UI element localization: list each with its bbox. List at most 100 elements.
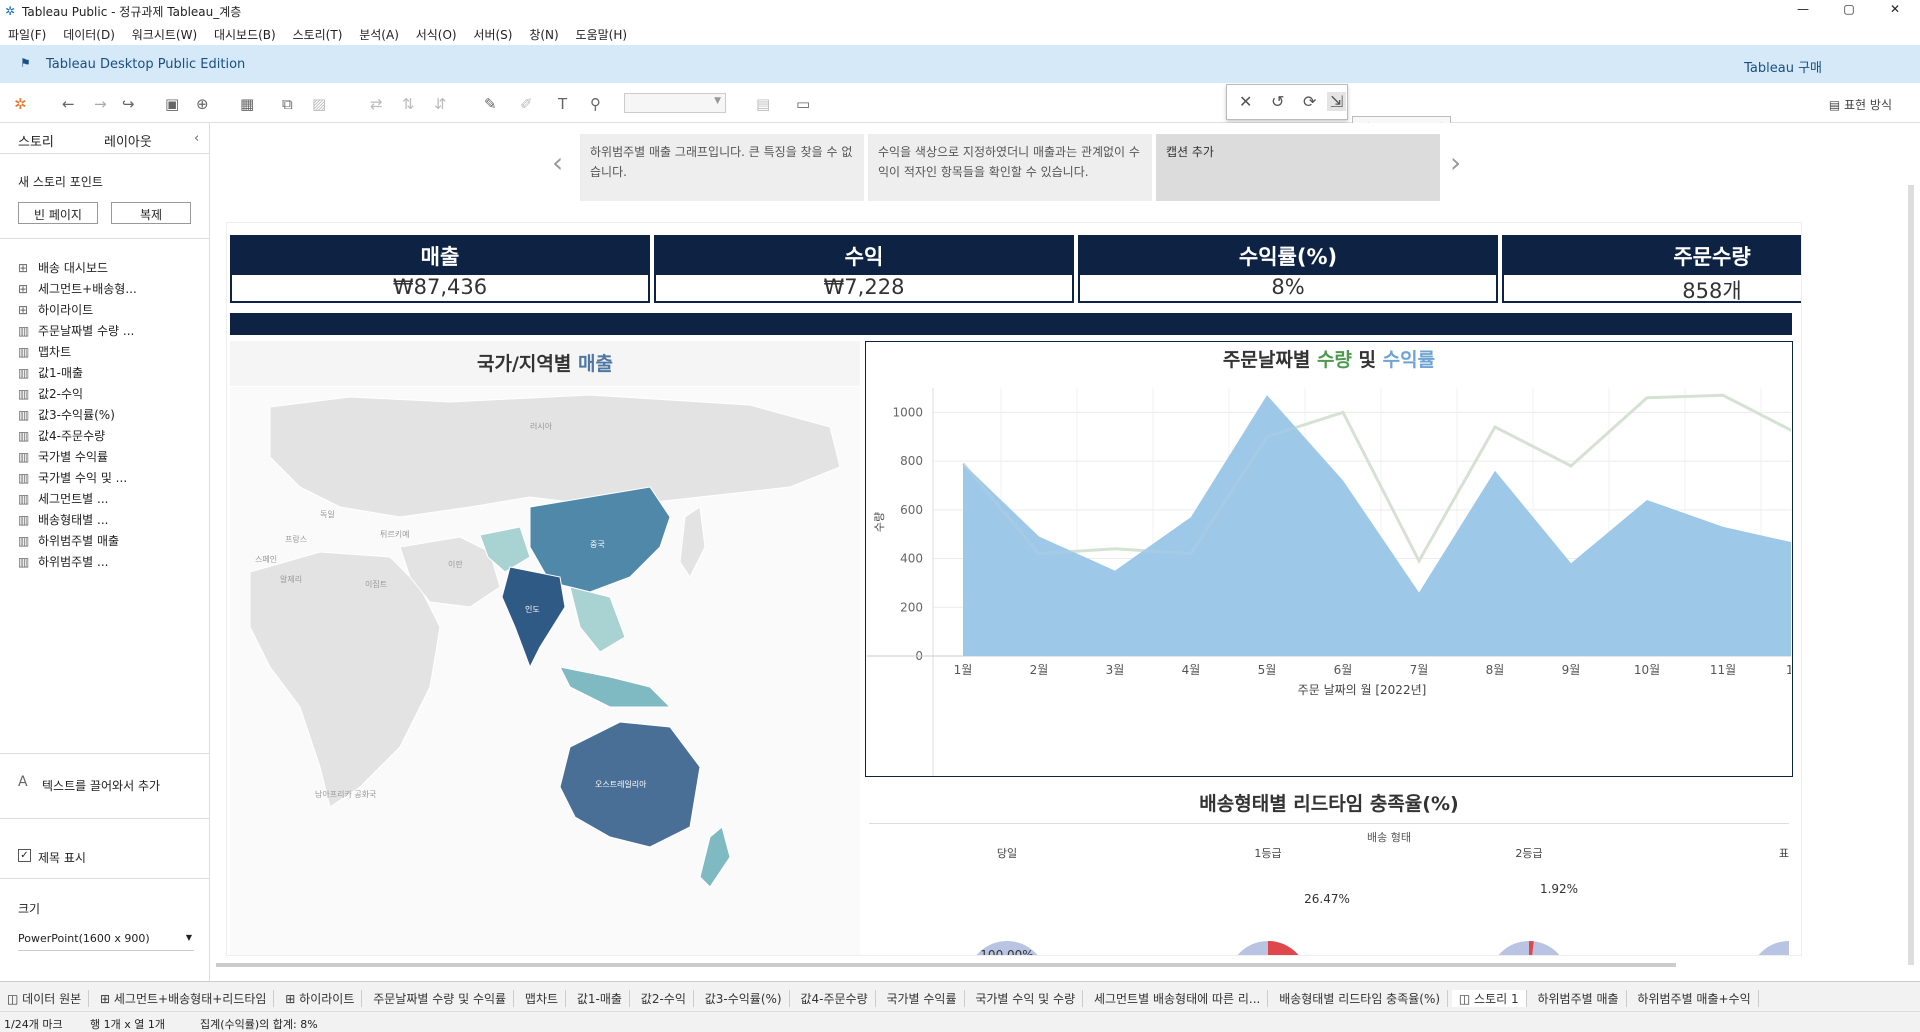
horizontal-scrollbar[interactable] [216, 963, 1676, 967]
story-sheet-item[interactable]: ▥ 값1-매출 [18, 364, 83, 381]
tab-sheet[interactable]: 국가별 수익률 [879, 990, 965, 1007]
area-chart[interactable]: 020040060080010001월 2월 3월 4월 5월 6월 7월 8월 9월 10월 11… [867, 378, 1791, 776]
kpi-title: 매출 [230, 235, 650, 275]
story-caption-add[interactable]: 캡션 추가 [1156, 134, 1440, 201]
pie-chart[interactable]: 당일 1등급 2등급 표준 100.00% 26.47% 1.92% [869, 843, 1789, 956]
tableau-home-icon[interactable]: ✲ [14, 95, 27, 113]
menu-worksheet[interactable]: 워크시트(W) [132, 26, 197, 43]
line-title: 주문날짜별 수량 및 수익률 [865, 345, 1793, 372]
menu-data[interactable]: 데이터(D) [63, 26, 115, 43]
redo-icon[interactable]: → [94, 95, 107, 113]
tab-data-source[interactable]: ◫ 데이터 원본 [0, 990, 90, 1007]
tab-layout[interactable]: 레이아웃 [104, 131, 152, 150]
presentation-icon[interactable]: ▭ [796, 95, 810, 113]
drag-text-label[interactable]: 텍스트를 끌어와서 추가 [42, 777, 160, 794]
menu-window[interactable]: 창(N) [529, 26, 558, 43]
size-select[interactable]: PowerPoint(1600 x 900) ▼ [18, 931, 194, 951]
tab-sheet[interactable]: ⊞ 세그먼트+배송형태+리드타임 [93, 990, 275, 1007]
revert-icon[interactable]: ↺ [1271, 92, 1284, 111]
story-caption-1[interactable]: 하위범주별 매출 그래프입니다. 큰 특징을 찾을 수 없습니다. [580, 134, 864, 201]
tab-sheet[interactable]: 값2-수익 [634, 990, 694, 1007]
clear-icon[interactable]: ▨ [312, 95, 326, 113]
tab-sheet[interactable]: 맵차트 [518, 990, 567, 1007]
x-axis-title: 주문 날짜의 월 [2022년] [1298, 683, 1427, 697]
tab-sheet[interactable]: 국가별 수익 및 수량 [968, 990, 1084, 1007]
story-sheet-item[interactable]: ⊞ 세그먼트+배송형... [18, 280, 137, 297]
delete-icon[interactable]: ✕ [1239, 92, 1252, 111]
tab-sheet[interactable]: ⊞ 하이라이트 [278, 990, 363, 1007]
sort-asc-icon[interactable]: ⇅ [402, 95, 415, 113]
x-tick-label: 4월 [1182, 663, 1201, 677]
story-sheet-item[interactable]: ▥ 하위범주별 매출 [18, 532, 119, 549]
maximize-icon[interactable]: ▢ [1836, 2, 1862, 20]
menu-help[interactable]: 도움말(H) [576, 26, 628, 43]
tab-story-1[interactable]: ◫ 스토리 1 [1451, 990, 1527, 1007]
tab-sheet[interactable]: 값3-수익률(%) [698, 990, 790, 1007]
blank-page-button[interactable]: 빈 페이지 [18, 202, 98, 224]
x-tick-label: 10월 [1634, 663, 1660, 677]
menu-dashboard[interactable]: 대시보드(B) [214, 26, 276, 43]
group-icon[interactable]: ✐ [520, 95, 533, 113]
story-sheet-item[interactable]: ▥ 국가별 수익 및 ... [18, 469, 127, 486]
next-story-point-icon[interactable]: › [1450, 146, 1461, 179]
buy-link[interactable]: Tableau 구매 [1744, 57, 1822, 76]
menu-story[interactable]: 스토리(T) [293, 26, 343, 43]
show-title-checkbox[interactable]: ✓ [18, 849, 31, 862]
new-datasource-icon[interactable]: ⊕ [196, 95, 209, 113]
tab-sheet[interactable]: 값1-매출 [570, 990, 630, 1007]
story-sheet-label: 값3-수익률(%) [38, 408, 115, 422]
menu-file[interactable]: 파일(F) [8, 26, 46, 43]
story-caption-2[interactable]: 수익을 색상으로 지정하였더니 매출과는 관계없이 수익이 적자인 항목들을 확… [868, 134, 1152, 201]
story-sheet-item[interactable]: ▥ 배송형태별 ... [18, 511, 108, 528]
story-sheet-item[interactable]: ▥ 국가별 수익률 [18, 448, 108, 465]
tab-sheet[interactable]: 배송형태별 리드타임 충족율(%) [1272, 990, 1449, 1007]
menu-format[interactable]: 서식(O) [416, 26, 457, 43]
story-sheet-item[interactable]: ▥ 값2-수익 [18, 385, 83, 402]
sheet-icon: ▥ [18, 450, 30, 464]
story-sheet-item[interactable]: ▥ 하위범주별 ... [18, 553, 108, 570]
vertical-scrollbar[interactable] [1908, 185, 1914, 965]
story-sheet-item[interactable]: ▥ 주문날짜별 수량 ... [18, 322, 134, 339]
close-icon[interactable]: ✕ [1882, 2, 1908, 20]
pin-icon[interactable]: ⚲ [590, 95, 601, 113]
tab-sheet[interactable]: 하위범주별 매출 [1530, 990, 1627, 1007]
tab-story[interactable]: 스토리 [18, 131, 54, 150]
highlight-icon[interactable]: ✎ [484, 95, 497, 113]
story-sheet-item[interactable]: ▥ 값4-주문수량 [18, 427, 105, 444]
replay-icon[interactable]: ↪ [122, 95, 135, 113]
cards-icon[interactable]: ▤ [756, 95, 770, 113]
update-icon[interactable]: ⟳ [1303, 92, 1316, 111]
chevron-down-icon: ▼ [185, 933, 192, 942]
story-sheet-item[interactable]: ▥ 세그먼트별 ... [18, 490, 108, 507]
show-title-label: 제목 표시 [38, 851, 86, 865]
story-sheet-item[interactable]: ▥ 값3-수익률(%) [18, 406, 115, 423]
map-chart[interactable]: 러시아 중국 인도 오스트레일리아 남아프리카 공화국 이집트 알제리 이란 튀… [230, 387, 860, 956]
tab-sheet[interactable]: 세그먼트별 배송형태에 따른 리... [1087, 990, 1269, 1007]
kpi-value: ₩7,228 [654, 275, 1074, 303]
story-sheet-item[interactable]: ⊞ 하이라이트 [18, 301, 93, 318]
duplicate-icon[interactable]: ⧉ [282, 95, 293, 113]
previous-story-point-icon[interactable]: ‹ [552, 146, 563, 179]
undo-icon[interactable]: ← [62, 95, 75, 113]
duplicate-button[interactable]: 복제 [111, 202, 191, 224]
tab-sheet[interactable]: 하위범주별 매출+수익 [1630, 990, 1759, 1007]
collapse-icon[interactable]: ‹ [194, 131, 199, 146]
save-as-new-icon[interactable]: ⇲ [1327, 92, 1347, 111]
menu-server[interactable]: 서버(S) [473, 26, 512, 43]
label-icon[interactable]: T [558, 95, 567, 113]
menu-analysis[interactable]: 분석(A) [359, 26, 399, 43]
fit-select[interactable]: ▼ [624, 93, 726, 113]
new-sheet-icon[interactable]: ▦ [240, 95, 254, 113]
tab-sheet[interactable]: 주문날짜별 수량 및 수익률 [366, 990, 515, 1007]
save-icon[interactable]: ▣ [165, 95, 179, 113]
show-me-button[interactable]: ▤ 표현 방식 [1829, 96, 1892, 113]
tab-sheet[interactable]: 값4-주문수량 [793, 990, 876, 1007]
x-tick-label: 11월 [1710, 663, 1736, 677]
map-label: 프랑스 [285, 534, 307, 544]
x-tick-label: 12월 [1786, 663, 1791, 677]
minimize-icon[interactable]: — [1790, 2, 1816, 20]
swap-icon[interactable]: ⇄ [370, 95, 383, 113]
story-sheet-item[interactable]: ⊞ 배송 대시보드 [18, 259, 108, 276]
story-sheet-item[interactable]: ▥ 맵차트 [18, 343, 71, 360]
sort-desc-icon[interactable]: ⇵ [434, 95, 447, 113]
